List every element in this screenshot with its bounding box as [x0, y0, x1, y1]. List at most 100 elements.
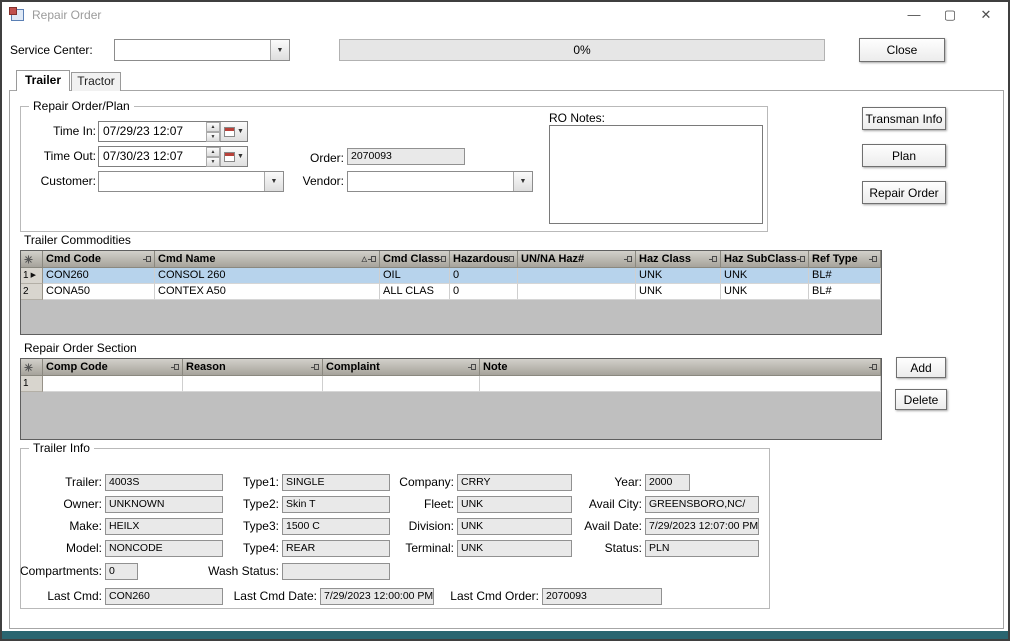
cell-reason[interactable] — [183, 376, 323, 392]
row-selector-header[interactable] — [21, 359, 43, 376]
compartments-field[interactable]: 0 — [105, 563, 138, 580]
table-row[interactable]: 1 — [21, 376, 881, 392]
pin-icon[interactable] — [146, 256, 151, 262]
chevron-down-icon[interactable]: ▼ — [513, 172, 532, 191]
column-header-cmd-class[interactable]: Cmd Class — [380, 251, 450, 268]
row-selector-header[interactable] — [21, 251, 43, 268]
terminal-label: Terminal: — [362, 540, 454, 557]
pin-icon[interactable] — [800, 256, 805, 262]
status-field[interactable]: PLN — [645, 540, 759, 557]
company-label: Company: — [362, 474, 454, 491]
repair-order-button[interactable]: Repair Order — [862, 181, 946, 204]
table-row[interactable]: 1▶ CON260 CONSOL 260 OIL 0 UNK UNK BL# — [21, 268, 881, 284]
year-field[interactable]: 2000 — [645, 474, 690, 491]
cell-cmd-class[interactable]: OIL — [380, 268, 450, 284]
time-in-spinner[interactable]: ▲ ▼ — [206, 122, 220, 141]
column-header-note[interactable]: Note — [480, 359, 881, 376]
cell-haz-subclass[interactable]: UNK — [721, 268, 809, 284]
delete-button[interactable]: Delete — [895, 389, 947, 410]
table-row[interactable]: 2 CONA50 CONTEX A50 ALL CLAS 0 UNK UNK B… — [21, 284, 881, 300]
pin-icon[interactable] — [471, 364, 476, 370]
service-center-combo[interactable]: ▼ — [114, 39, 290, 61]
minimize-icon[interactable]: — — [896, 4, 932, 26]
last-cmd-order-field[interactable]: 2070093 — [542, 588, 662, 605]
pin-icon[interactable] — [314, 364, 319, 370]
tab-trailer[interactable]: Trailer — [16, 70, 70, 91]
service-center-label: Service Center: — [10, 43, 93, 57]
spinner-up-icon[interactable]: ▲ — [206, 147, 220, 157]
cell-note[interactable] — [480, 376, 881, 392]
vendor-combo[interactable]: ▼ — [347, 171, 533, 192]
avail-city-field[interactable]: GREENSBORO,NC/ — [645, 496, 759, 513]
cell-ref-type[interactable]: BL# — [809, 268, 881, 284]
cell-hazardous[interactable]: 0 — [450, 284, 518, 300]
cell-cmd-code[interactable]: CONA50 — [43, 284, 155, 300]
column-header-hazardous[interactable]: Hazardous — [450, 251, 518, 268]
pin-icon[interactable] — [712, 256, 717, 262]
row-selector[interactable]: 2 — [21, 284, 43, 300]
trailer-commodities-title: Trailer Commodities — [24, 233, 131, 247]
time-in-calendar-button[interactable]: ▼ — [220, 122, 247, 141]
vendor-label: Vendor: — [290, 174, 344, 188]
last-cmd-field[interactable]: CON260 — [105, 588, 223, 605]
column-header-unna-haz[interactable]: UN/NA Haz# — [518, 251, 636, 268]
cell-haz-class[interactable]: UNK — [636, 284, 721, 300]
cell-complaint[interactable] — [323, 376, 480, 392]
column-header-ref-type[interactable]: Ref Type — [809, 251, 881, 268]
pin-icon[interactable] — [441, 256, 446, 262]
column-header-reason[interactable]: Reason — [183, 359, 323, 376]
cell-ref-type[interactable]: BL# — [809, 284, 881, 300]
avail-date-label: Avail Date: — [542, 518, 642, 535]
cell-hazardous[interactable]: 0 — [450, 268, 518, 284]
column-header-label: Haz SubClass — [724, 253, 797, 265]
pin-icon[interactable] — [627, 256, 632, 262]
window-title: Repair Order — [32, 8, 101, 22]
pin-icon[interactable] — [174, 364, 179, 370]
pin-icon[interactable] — [872, 364, 877, 370]
column-header-comp-code[interactable]: Comp Code — [43, 359, 183, 376]
row-selector[interactable]: 1 — [21, 376, 43, 392]
pin-icon[interactable] — [872, 256, 877, 262]
pin-icon[interactable] — [371, 256, 376, 262]
cell-cmd-code[interactable]: CON260 — [43, 268, 155, 284]
spinner-up-icon[interactable]: ▲ — [206, 122, 220, 132]
time-out-spinner[interactable]: ▲ ▼ — [206, 147, 220, 166]
cell-haz-subclass[interactable]: UNK — [721, 284, 809, 300]
cell-cmd-class[interactable]: ALL CLAS — [380, 284, 450, 300]
column-header-cmd-code[interactable]: Cmd Code — [43, 251, 155, 268]
cell-haz-class[interactable]: UNK — [636, 268, 721, 284]
chevron-down-icon[interactable]: ▼ — [270, 40, 289, 60]
time-out-calendar-button[interactable]: ▼ — [220, 147, 247, 166]
maximize-icon[interactable]: ▢ — [932, 4, 968, 26]
ro-notes-textarea[interactable] — [549, 125, 763, 224]
column-header-haz-subclass[interactable]: Haz SubClass — [721, 251, 809, 268]
cell-cmd-name[interactable]: CONTEX A50 — [155, 284, 380, 300]
close-button[interactable]: Close — [859, 38, 945, 62]
chevron-down-icon[interactable]: ▼ — [264, 172, 283, 191]
time-in-picker[interactable]: 07/29/23 12:07 ▲ ▼ ▼ — [98, 121, 248, 142]
column-header-cmd-name[interactable]: Cmd Name△ — [155, 251, 380, 268]
customer-combo[interactable]: ▼ — [98, 171, 284, 192]
last-cmd-date-field[interactable]: 7/29/2023 12:00:00 PM — [320, 588, 434, 605]
avail-date-field[interactable]: 7/29/2023 12:07:00 PM — [645, 518, 759, 535]
pin-icon[interactable] — [509, 256, 514, 262]
time-out-picker[interactable]: 07/30/23 12:07 ▲ ▼ ▼ — [98, 146, 248, 167]
wash-status-field[interactable] — [282, 563, 390, 580]
transman-info-button[interactable]: Transman Info — [862, 107, 946, 130]
spinner-down-icon[interactable]: ▼ — [206, 132, 220, 142]
spinner-down-icon[interactable]: ▼ — [206, 157, 220, 167]
column-header-label: Comp Code — [46, 361, 108, 373]
plan-button[interactable]: Plan — [862, 144, 946, 167]
column-header-complaint[interactable]: Complaint — [323, 359, 480, 376]
cell-cmd-name[interactable]: CONSOL 260 — [155, 268, 380, 284]
cell-comp-code[interactable] — [43, 376, 183, 392]
close-icon[interactable]: ✕ — [968, 4, 1004, 26]
order-field[interactable]: 2070093 — [347, 148, 465, 165]
column-header-haz-class[interactable]: Haz Class — [636, 251, 721, 268]
tab-tractor[interactable]: Tractor — [71, 72, 121, 91]
cell-unna-haz[interactable] — [518, 268, 636, 284]
row-selector[interactable]: 1▶ — [21, 268, 43, 284]
cell-unna-haz[interactable] — [518, 284, 636, 300]
add-button[interactable]: Add — [896, 357, 946, 378]
repair-order-window: Repair Order — ▢ ✕ Service Center: ▼ 0% … — [0, 0, 1010, 641]
